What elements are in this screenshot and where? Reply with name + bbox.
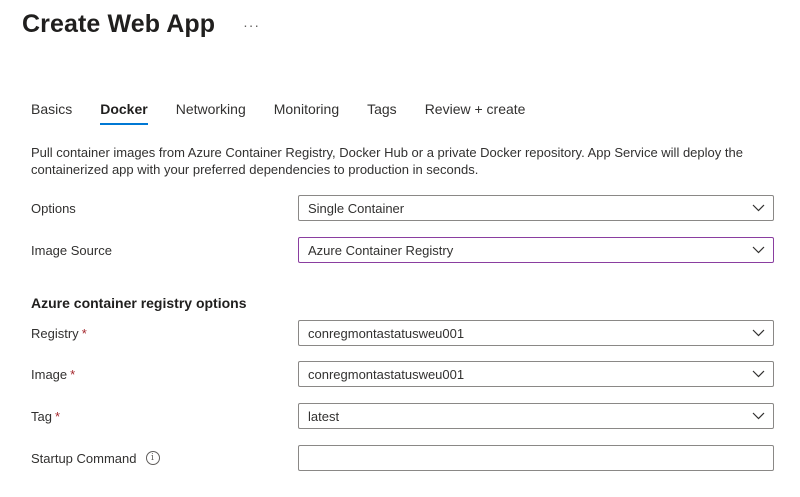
chevron-down-icon xyxy=(743,246,773,254)
image-source-label: Image Source xyxy=(31,243,298,258)
chevron-down-icon xyxy=(743,412,773,420)
tab-docker[interactable]: Docker xyxy=(100,101,149,125)
tag-dropdown[interactable]: latest xyxy=(298,403,774,429)
chevron-down-icon xyxy=(743,370,773,378)
tab-bar: Basics Docker Networking Monitoring Tags… xyxy=(31,101,553,125)
image-source-value: Azure Container Registry xyxy=(308,242,454,258)
tab-monitoring[interactable]: Monitoring xyxy=(274,101,339,123)
info-icon[interactable]: i xyxy=(145,451,160,465)
required-asterisk: * xyxy=(70,366,76,382)
image-dropdown[interactable]: conregmontastatusweu001 xyxy=(298,361,774,387)
image-source-dropdown[interactable]: Azure Container Registry xyxy=(298,237,774,263)
options-dropdown[interactable]: Single Container xyxy=(298,195,774,221)
registry-value: conregmontastatusweu001 xyxy=(308,325,465,341)
page-title: Create Web App xyxy=(22,10,216,38)
registry-row: Registry * conregmontastatusweu001 xyxy=(31,320,774,346)
startup-command-label-text: Startup Command xyxy=(31,450,137,466)
startup-command-row: Startup Command i xyxy=(31,445,774,471)
options-row: Options Single Container xyxy=(31,195,774,221)
image-source-label-text: Image Source xyxy=(31,242,112,258)
more-icon[interactable]: ··· xyxy=(243,17,260,33)
startup-command-input[interactable] xyxy=(298,445,774,471)
image-label-text: Image xyxy=(31,366,68,382)
tag-label-text: Tag xyxy=(31,408,52,424)
description-text: Pull container images from Azure Contain… xyxy=(31,145,743,177)
startup-command-label: Startup Command i xyxy=(31,451,298,466)
chevron-down-icon xyxy=(743,329,773,337)
options-label: Options xyxy=(31,201,298,216)
section-heading: Azure container registry options xyxy=(31,295,247,311)
registry-label: Registry * xyxy=(31,326,298,341)
header: Create Web App ··· xyxy=(22,10,260,39)
tab-networking[interactable]: Networking xyxy=(176,101,246,123)
tab-tags[interactable]: Tags xyxy=(367,101,397,123)
tag-label: Tag * xyxy=(31,409,298,424)
registry-label-text: Registry xyxy=(31,325,79,341)
image-row: Image * conregmontastatusweu001 xyxy=(31,361,774,387)
image-source-row: Image Source Azure Container Registry xyxy=(31,237,774,263)
tag-value: latest xyxy=(308,408,340,424)
tag-row: Tag * latest xyxy=(31,403,774,429)
options-label-text: Options xyxy=(31,200,76,216)
tab-review-create[interactable]: Review + create xyxy=(425,101,526,123)
tab-basics[interactable]: Basics xyxy=(31,101,72,123)
required-asterisk: * xyxy=(54,408,61,424)
image-label: Image * xyxy=(31,367,298,382)
image-value: conregmontastatusweu001 xyxy=(308,366,465,382)
chevron-down-icon xyxy=(743,204,773,212)
registry-dropdown[interactable]: conregmontastatusweu001 xyxy=(298,320,774,346)
required-asterisk: * xyxy=(81,325,87,341)
options-value: Single Container xyxy=(308,200,405,216)
